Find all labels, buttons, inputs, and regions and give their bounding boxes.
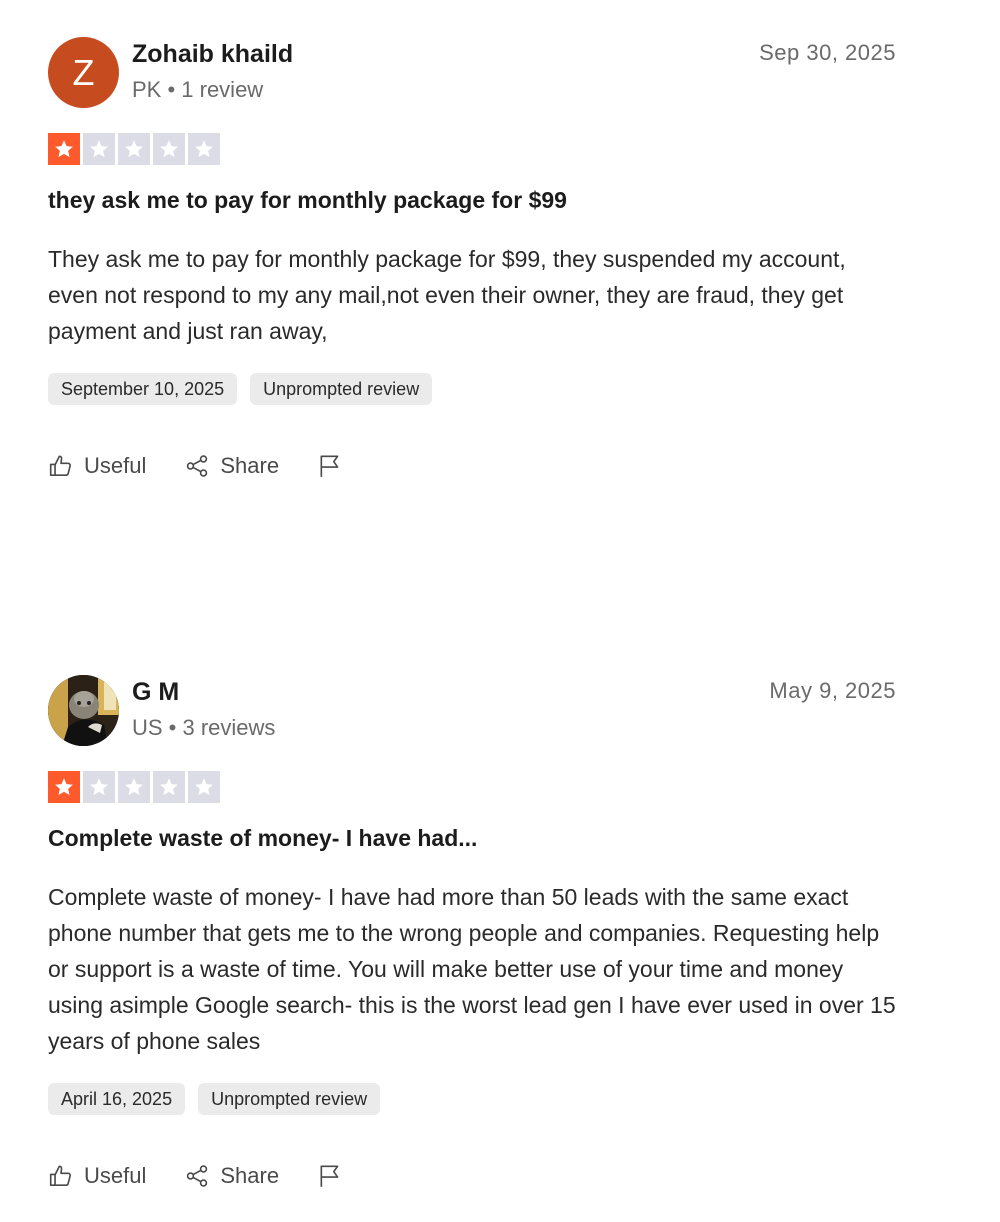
avatar[interactable]: Z [48, 37, 119, 108]
review-card: G M US • 3 reviews May 9, 2025 Complete … [48, 675, 896, 1189]
star-empty-icon [153, 771, 185, 803]
review-body: Complete waste of money- I have had more… [48, 884, 896, 1054]
star-empty-icon [83, 133, 115, 165]
star-empty-icon [118, 133, 150, 165]
review-actions: Useful Share [48, 453, 896, 479]
flag-icon [317, 1163, 343, 1189]
star-rating [48, 771, 896, 803]
flag-icon [317, 453, 343, 479]
share-icon [184, 1163, 210, 1189]
review-actions: Useful Share [48, 1163, 896, 1189]
avatar[interactable] [48, 675, 119, 746]
report-button[interactable] [317, 1163, 343, 1189]
star-empty-icon [153, 133, 185, 165]
share-label: Share [220, 453, 280, 478]
share-label: Share [220, 1163, 280, 1188]
review-title[interactable]: Complete waste of money- I have had... [48, 823, 896, 853]
thumbs-up-icon [48, 453, 74, 479]
review-title[interactable]: they ask me to pay for monthly package f… [48, 185, 896, 215]
share-button[interactable]: Share [184, 1163, 279, 1189]
reviewer-name[interactable]: Zohaib khaild [132, 39, 293, 69]
useful-label: Useful [84, 1163, 147, 1188]
review-card: Z Zohaib khaild PK • 1 review Sep 30, 20… [48, 37, 896, 479]
share-button[interactable]: Share [184, 453, 279, 479]
thumbs-up-icon [48, 1163, 74, 1189]
review-date: Sep 30, 2025 [759, 40, 896, 65]
star-empty-icon [188, 133, 220, 165]
star-empty-icon [118, 771, 150, 803]
useful-label: Useful [84, 453, 147, 478]
reviewer-meta: PK • 1 review [132, 77, 264, 102]
star-empty-icon [188, 771, 220, 803]
review-body: They ask me to pay for monthly package f… [48, 246, 846, 344]
share-icon [184, 453, 210, 479]
review-date: May 9, 2025 [769, 678, 896, 703]
avatar-letter: Z [72, 51, 95, 93]
review-header: Z Zohaib khaild PK • 1 review Sep 30, 20… [48, 37, 896, 108]
star-empty-icon [83, 771, 115, 803]
star-filled-icon [48, 771, 80, 803]
reviewer-meta: US • 3 reviews [132, 715, 276, 740]
user-photo-avatar [48, 675, 119, 746]
report-button[interactable] [317, 453, 343, 479]
experience-date-badge: September 10, 2025 [48, 373, 238, 405]
review-tags: April 16, 2025 Unprompted review [48, 1083, 896, 1115]
unprompted-review-badge[interactable]: Unprompted review [250, 373, 433, 405]
reviewer-name[interactable]: G M [132, 677, 179, 707]
review-tags: September 10, 2025 Unprompted review [48, 373, 896, 405]
useful-button[interactable]: Useful [48, 1163, 146, 1189]
useful-button[interactable]: Useful [48, 453, 146, 479]
star-rating [48, 133, 896, 165]
unprompted-review-badge[interactable]: Unprompted review [198, 1083, 381, 1115]
star-filled-icon [48, 133, 80, 165]
review-header: G M US • 3 reviews May 9, 2025 [48, 675, 896, 746]
experience-date-badge: April 16, 2025 [48, 1083, 186, 1115]
